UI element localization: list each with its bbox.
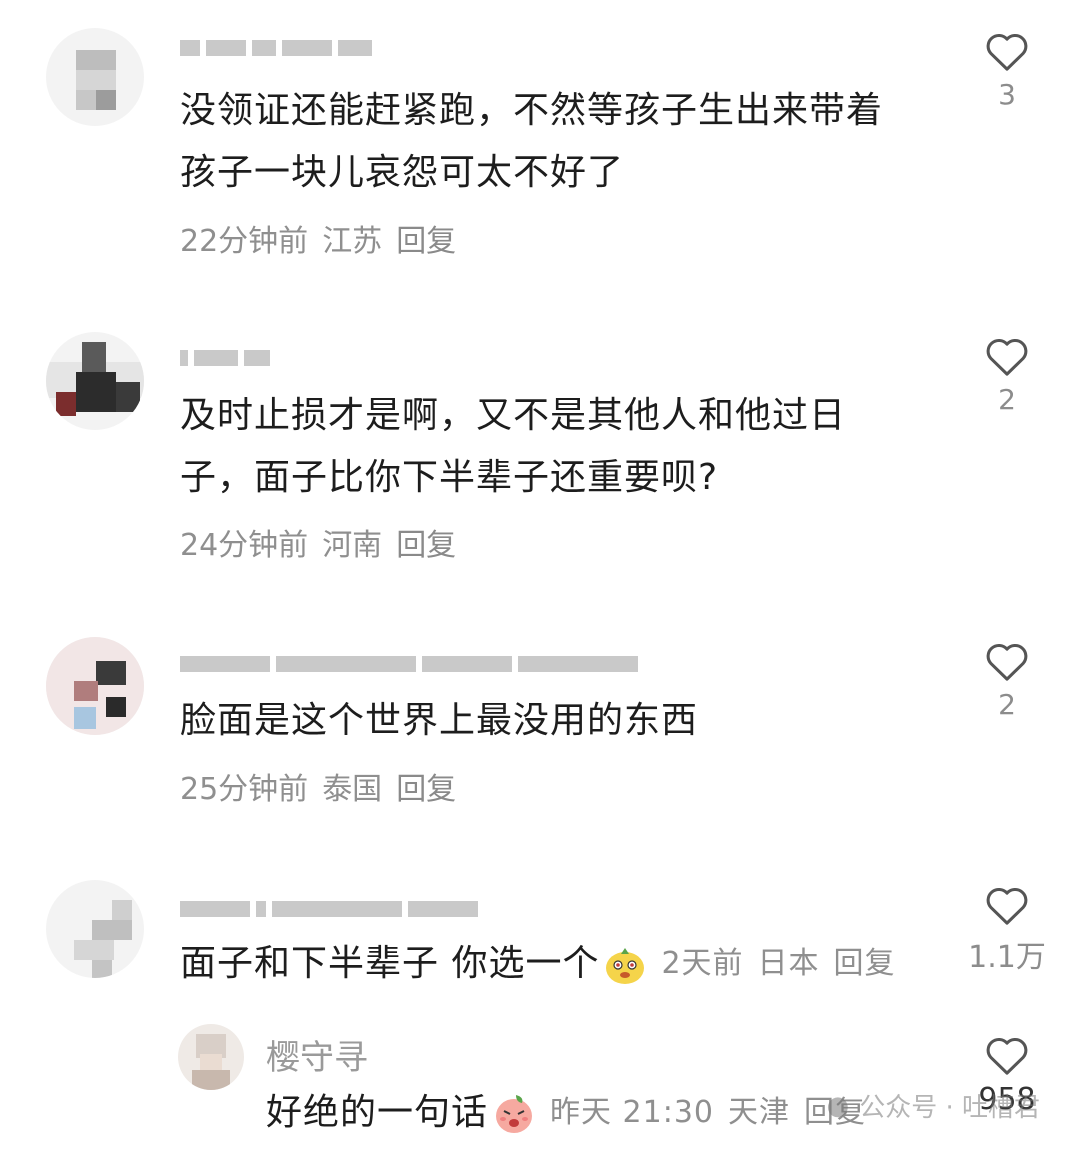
heart-icon xyxy=(986,34,1028,71)
avatar[interactable] xyxy=(46,332,144,430)
reply-button[interactable]: 回复 xyxy=(396,216,456,260)
like-button[interactable]: 3 xyxy=(962,30,1052,111)
timestamp: 24分钟前 xyxy=(180,528,309,563)
peach-face-emoji-icon xyxy=(496,1095,533,1133)
like-button[interactable]: 2 xyxy=(962,640,1052,721)
reply-button[interactable]: 回复 xyxy=(396,520,456,564)
reply-button[interactable]: 回复 xyxy=(396,764,456,808)
like-count: 2 xyxy=(998,383,1016,416)
comment-text: 没领证还能赶紧跑，不然等孩子生出来带着 孩子一块儿哀怨可太不好了 xyxy=(180,90,884,193)
heart-icon xyxy=(986,644,1028,681)
like-count: 1.1万 xyxy=(968,940,1046,975)
username-blurred[interactable] xyxy=(180,344,270,372)
username-blurred[interactable] xyxy=(180,34,372,62)
location: 河南 xyxy=(322,528,383,563)
like-button[interactable]: 2 xyxy=(962,335,1052,416)
like-button[interactable]: 1.1万 xyxy=(962,884,1052,976)
location: 天津 xyxy=(728,1095,791,1130)
location: 江苏 xyxy=(322,224,383,259)
watermark: ● 公众号 · 吐槽君 xyxy=(826,1090,1040,1124)
location: 日本 xyxy=(757,946,820,981)
comment-meta: 24分钟前 河南 回复 xyxy=(180,520,456,564)
comment-meta: 25分钟前 泰国 回复 xyxy=(180,764,456,808)
timestamp: 2天前 xyxy=(661,946,744,981)
timestamp: 22分钟前 xyxy=(180,224,309,259)
comment-text: 脸面是这个世界上最没用的东西 xyxy=(180,700,699,741)
username-blurred[interactable] xyxy=(180,895,478,923)
like-count: 3 xyxy=(998,78,1016,111)
username-blurred[interactable] xyxy=(180,650,638,678)
comment-text: 面子和下半辈子 你选一个 2天前 日本 回复 xyxy=(180,933,896,995)
avatar[interactable] xyxy=(46,28,144,126)
avatar[interactable] xyxy=(178,1024,244,1090)
location: 泰国 xyxy=(322,772,383,807)
like-count: 2 xyxy=(998,688,1016,721)
avatar[interactable] xyxy=(46,637,144,735)
avatar[interactable] xyxy=(46,880,144,978)
timestamp: 昨天 21:30 xyxy=(550,1095,715,1130)
timestamp: 25分钟前 xyxy=(180,772,309,807)
heart-icon xyxy=(986,339,1028,376)
wechat-icon: ● xyxy=(826,1090,850,1121)
heart-icon xyxy=(986,888,1028,925)
reply-text: 好绝的一句话 昨天 21:30 天津 回复 xyxy=(266,1082,866,1144)
comment-text: 及时止损才是啊，又不是其他人和他过日 子，面子比你下半辈子还重要呗? xyxy=(180,395,847,498)
comment-meta: 22分钟前 江苏 回复 xyxy=(180,216,456,260)
lemon-face-emoji-icon xyxy=(606,948,645,984)
heart-icon xyxy=(986,1038,1028,1075)
reply-button[interactable]: 回复 xyxy=(834,933,896,995)
username[interactable]: 樱守寻 xyxy=(266,1030,368,1079)
